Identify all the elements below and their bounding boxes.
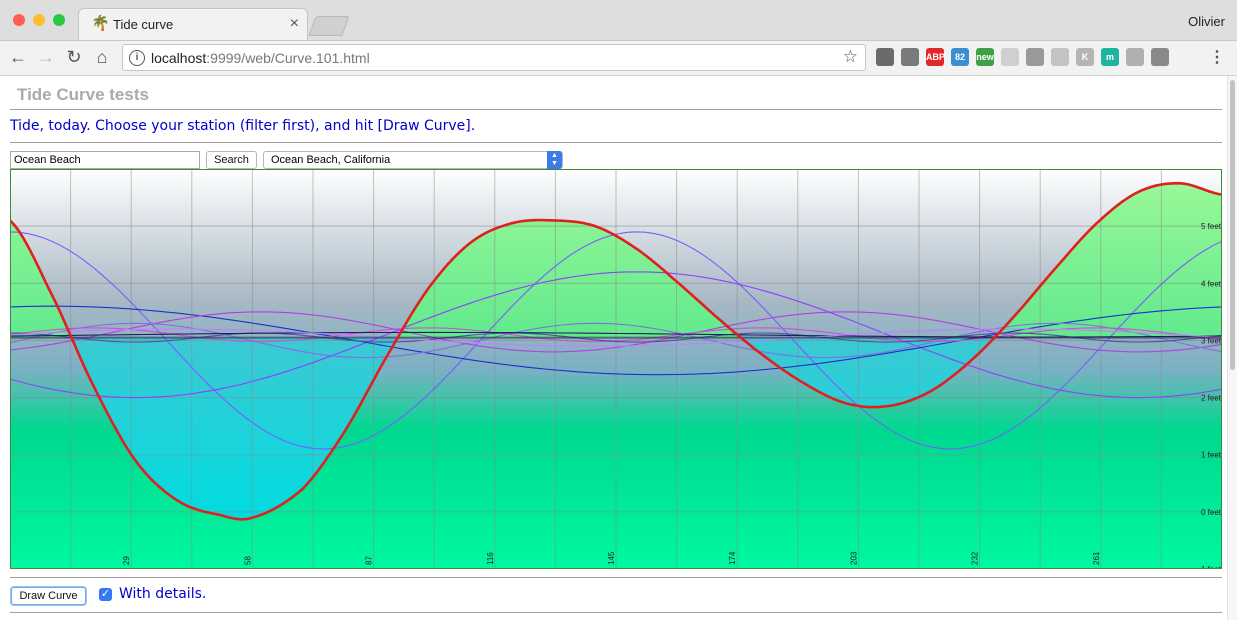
y-tick-label: 5 feet bbox=[1201, 222, 1222, 231]
close-window-button[interactable] bbox=[13, 14, 25, 26]
evernote-icon[interactable] bbox=[876, 48, 894, 66]
x-tick-label: 261 bbox=[1092, 551, 1101, 565]
reload-icon[interactable]: ↻ bbox=[64, 47, 84, 68]
k-ext-icon[interactable]: K bbox=[1076, 48, 1094, 66]
browser-tab-bar: 🌴 Tide curve × Olivier bbox=[0, 0, 1237, 41]
address-bar[interactable]: i localhost:9999/web/Curve.101.html ☆ bbox=[122, 44, 866, 71]
new-icon[interactable]: new bbox=[976, 48, 994, 66]
profile-name[interactable]: Olivier bbox=[1188, 14, 1225, 29]
page-title: Tide Curve tests bbox=[17, 85, 149, 104]
weather-icon[interactable]: 82 bbox=[951, 48, 969, 66]
with-details-label: With details. bbox=[119, 586, 207, 602]
divider bbox=[10, 142, 1222, 143]
y-tick-label: 4 feet bbox=[1201, 279, 1222, 288]
url-text[interactable]: localhost:9999/web/Curve.101.html bbox=[151, 50, 370, 66]
zoom-window-button[interactable] bbox=[53, 14, 65, 26]
station-filter-input[interactable] bbox=[10, 151, 200, 169]
m-ext-icon[interactable]: m bbox=[1101, 48, 1119, 66]
square-ext-icon[interactable] bbox=[1026, 48, 1044, 66]
palm-tree-icon: 🌴 bbox=[91, 15, 110, 32]
wand-icon[interactable] bbox=[901, 48, 919, 66]
adblock-icon[interactable]: ABP bbox=[926, 48, 945, 66]
x-tick-label: 87 bbox=[365, 556, 374, 565]
page-content: Tide Curve tests Tide, today. Choose you… bbox=[0, 76, 1228, 620]
music-ext-icon[interactable] bbox=[1126, 48, 1144, 66]
x-tick-label: 29 bbox=[122, 556, 131, 565]
x-tick-label: 145 bbox=[607, 551, 616, 565]
y-tick-label: 2 feet bbox=[1201, 394, 1222, 403]
tab-title: Tide curve bbox=[113, 17, 174, 32]
x-tick-label: 58 bbox=[243, 556, 252, 565]
with-details-checkbox[interactable]: ✓ bbox=[99, 588, 112, 601]
bookmark-star-icon[interactable]: ☆ bbox=[843, 47, 858, 67]
back-icon[interactable]: ← bbox=[8, 47, 28, 68]
x-tick-label: 116 bbox=[486, 552, 495, 565]
search-button[interactable]: Search bbox=[206, 151, 257, 169]
intro-text: Tide, today. Choose your station (filter… bbox=[10, 118, 476, 134]
x-tick-label: 232 bbox=[971, 551, 980, 565]
browser-tab[interactable]: 🌴 Tide curve × bbox=[78, 8, 308, 40]
x-tick-label: 203 bbox=[849, 551, 858, 565]
home-icon[interactable]: ⌂ bbox=[92, 47, 112, 68]
pocket-ext-icon[interactable] bbox=[1151, 48, 1169, 66]
browser-toolbar: ← → ↻ ⌂ i localhost:9999/web/Curve.101.h… bbox=[0, 41, 1237, 76]
chevron-updown-icon: ▲ ▼ bbox=[547, 151, 562, 169]
tide-chart: -1 feet0 feet1 feet2 feet3 feet4 feet5 f… bbox=[10, 169, 1222, 569]
minimize-window-button[interactable] bbox=[33, 14, 45, 26]
x-tick-label: 174 bbox=[728, 551, 737, 565]
divider bbox=[10, 612, 1222, 613]
y-tick-label: 1 feet bbox=[1201, 451, 1222, 460]
y-tick-label: 3 feet bbox=[1201, 336, 1222, 345]
menu-icon[interactable]: ⋮ bbox=[1209, 47, 1225, 67]
page-scrollbar[interactable] bbox=[1227, 76, 1237, 620]
forward-icon[interactable]: → bbox=[36, 47, 56, 68]
divider bbox=[10, 577, 1222, 578]
divider bbox=[10, 109, 1222, 110]
circle-ext-icon[interactable] bbox=[1001, 48, 1019, 66]
station-select-value: Ocean Beach, California bbox=[271, 154, 391, 166]
hex-ext-icon[interactable] bbox=[1051, 48, 1069, 66]
scrollbar-thumb[interactable] bbox=[1230, 80, 1235, 370]
draw-curve-button[interactable]: Draw Curve bbox=[11, 587, 86, 605]
station-select[interactable]: Ocean Beach, California ▲ ▼ bbox=[263, 151, 563, 169]
y-tick-label: 0 feet bbox=[1201, 508, 1222, 517]
tab-close-icon[interactable]: × bbox=[290, 15, 299, 33]
new-tab-button[interactable] bbox=[308, 16, 350, 36]
info-icon[interactable]: i bbox=[129, 50, 145, 66]
